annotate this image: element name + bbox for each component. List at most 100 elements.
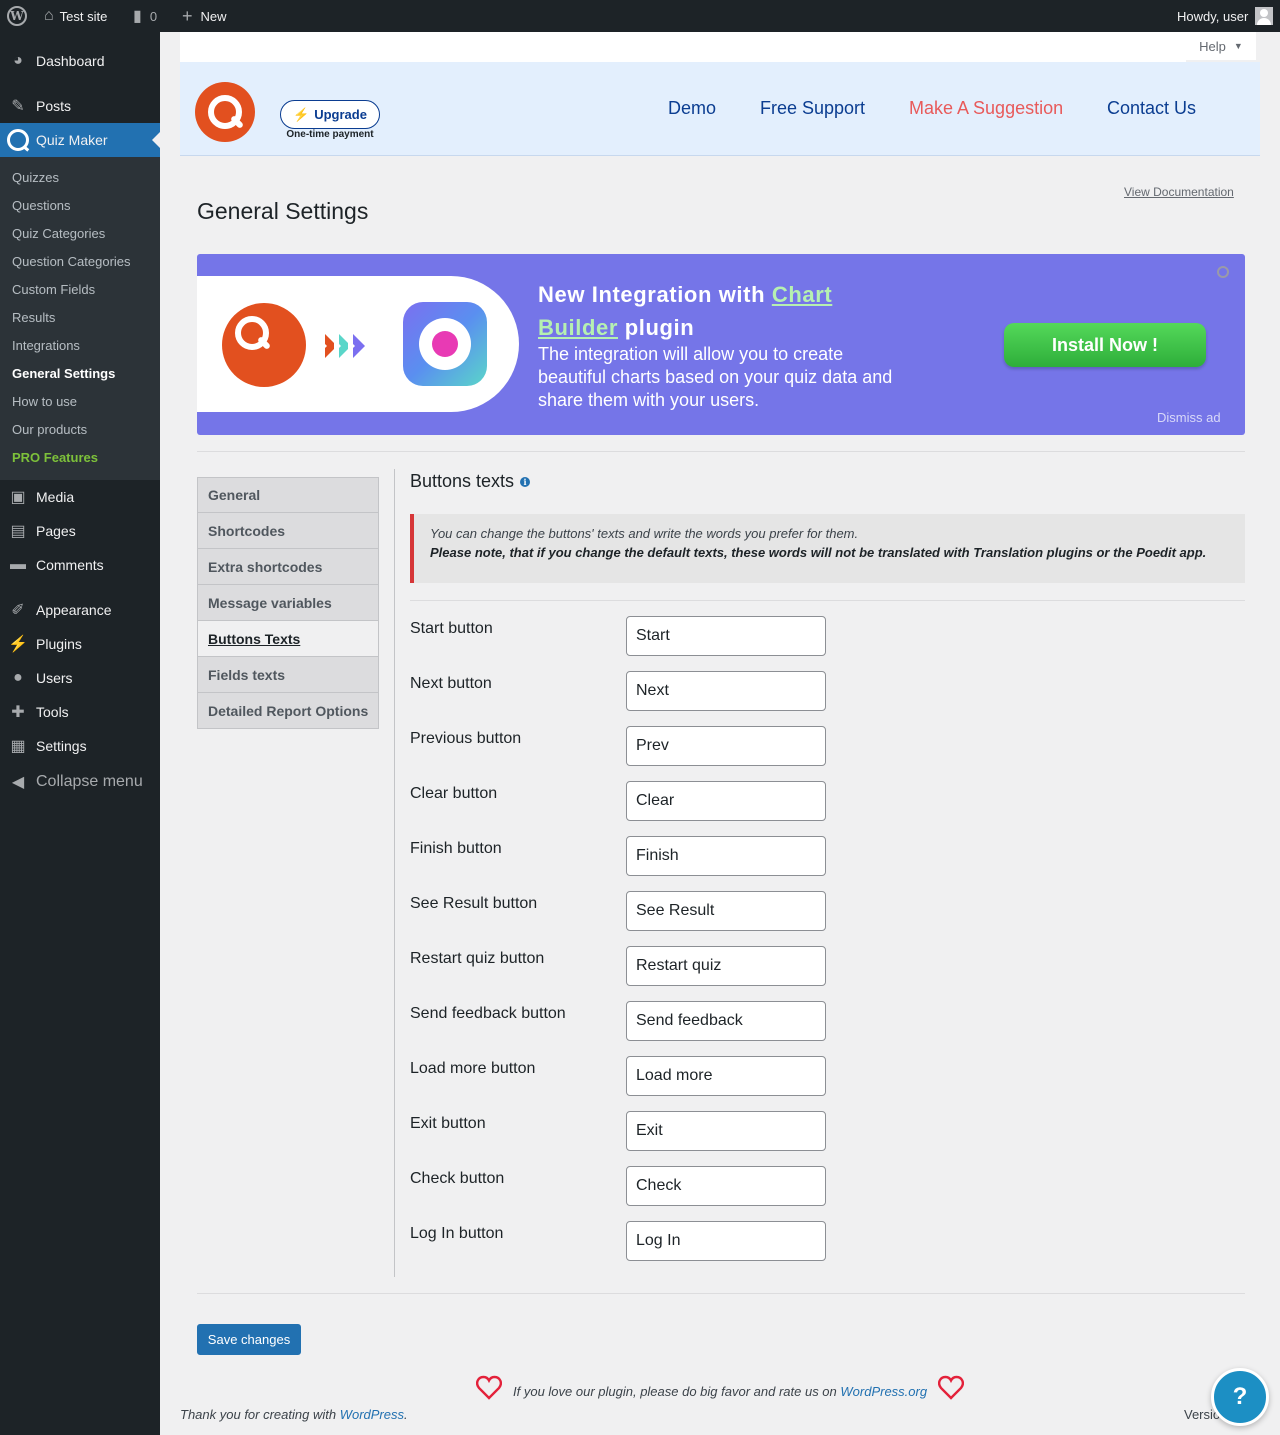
sidebar-item-posts[interactable]: ✎ Posts: [0, 89, 160, 123]
submenu-questions[interactable]: Questions: [12, 198, 71, 213]
check-button-input[interactable]: [626, 1166, 826, 1206]
see-result-button-input[interactable]: [626, 891, 826, 931]
media-icon: ▣: [10, 489, 26, 506]
comments-link[interactable]: ▮ 0: [133, 0, 157, 32]
exit-button-input[interactable]: [626, 1111, 826, 1151]
previous-button-input[interactable]: [626, 726, 826, 766]
load-more-button-input[interactable]: [626, 1056, 826, 1096]
start-button-input[interactable]: [626, 616, 826, 656]
tab-general[interactable]: General: [197, 477, 379, 513]
banner-description: The integration will allow you to create…: [538, 344, 893, 410]
install-now-button[interactable]: Install Now !: [1004, 323, 1206, 367]
help-tab-label: Help: [1199, 38, 1226, 54]
header-link-demo[interactable]: Demo: [668, 98, 716, 119]
sidebar-item-users[interactable]: ● Users: [0, 661, 160, 695]
sidebar-item-label: Dashboard: [36, 53, 105, 69]
chevron-right-icon: [348, 334, 365, 358]
sidebar-item-comments[interactable]: ▬ Comments: [0, 548, 160, 582]
log-in-button-input[interactable]: [626, 1221, 826, 1261]
submenu-integrations[interactable]: Integrations: [12, 338, 80, 353]
banner-logos-panel: [197, 276, 519, 412]
new-content-link[interactable]: + New: [182, 0, 227, 32]
finish-button-input[interactable]: [626, 836, 826, 876]
screen-meta-band: [180, 32, 1186, 62]
quiz-maker-logo: [222, 303, 306, 387]
send-feedback-button-input[interactable]: [626, 1001, 826, 1041]
clear-button-input[interactable]: [626, 781, 826, 821]
submenu-how-to-use[interactable]: How to use: [12, 394, 77, 409]
chart-builder-logo: [403, 302, 487, 386]
heart-icon: [938, 1375, 964, 1400]
section-title-text: Buttons texts: [410, 471, 515, 491]
notice-line: You can change the buttons' texts and wr…: [430, 526, 859, 541]
collapse-icon: ◀: [11, 774, 25, 791]
user-icon: ●: [13, 669, 23, 686]
sidebar-item-media[interactable]: ▣ Media: [0, 480, 160, 514]
submenu-results[interactable]: Results: [12, 310, 55, 325]
submenu-general-settings[interactable]: General Settings: [12, 366, 115, 381]
sidebar-item-tools[interactable]: ✚ Tools: [0, 695, 160, 729]
save-changes-button[interactable]: Save changes: [197, 1324, 301, 1355]
tab-fields-texts[interactable]: Fields texts: [197, 657, 379, 693]
header-link-make-suggestion[interactable]: Make A Suggestion: [909, 98, 1063, 119]
next-button-label: Next button: [410, 675, 492, 692]
submenu-custom-fields[interactable]: Custom Fields: [12, 282, 95, 297]
header-link-free-support[interactable]: Free Support: [760, 98, 865, 119]
sidebar-item-label: Tools: [36, 704, 69, 720]
submenu-our-products[interactable]: Our products: [12, 422, 87, 437]
view-documentation-link[interactable]: View Documentation: [1124, 185, 1234, 199]
log-in-button-label: Log In button: [410, 1225, 504, 1242]
restart-quiz-button-label: Restart quiz button: [410, 950, 545, 967]
restart-quiz-button-input[interactable]: [626, 946, 826, 986]
tab-extra-shortcodes[interactable]: Extra shortcodes: [197, 549, 379, 585]
help-tab[interactable]: Help ▼: [1186, 32, 1256, 60]
wrench-icon: ✚: [11, 704, 25, 721]
account-menu[interactable]: Howdy, user: [1177, 0, 1274, 32]
wordpress-link[interactable]: WordPress: [340, 1407, 404, 1422]
dismiss-ad-link[interactable]: Dismiss ad: [1157, 410, 1221, 425]
quiz-maker-icon: [0, 129, 36, 151]
sidebar-item-appearance[interactable]: ✐ Appearance: [0, 593, 160, 627]
submenu-pro-features[interactable]: PRO Features: [12, 450, 98, 465]
sidebar-item-plugins[interactable]: ⚡ Plugins: [0, 627, 160, 661]
collapse-menu-button[interactable]: ◀ Collapse menu: [0, 765, 160, 799]
tab-detailed-report-options[interactable]: Detailed Report Options: [197, 693, 379, 729]
tab-shortcodes[interactable]: Shortcodes: [197, 513, 379, 549]
sidebar-item-label: Pages: [36, 523, 76, 539]
wordpress-logo-icon[interactable]: W: [7, 0, 27, 32]
quiz-maker-logo[interactable]: [195, 82, 255, 142]
notice-warning: Please note, that if you change the defa…: [430, 545, 1207, 560]
page-title: General Settings: [197, 198, 369, 224]
notice-box: You can change the buttons' texts and wr…: [410, 514, 1245, 583]
sidebar-item-settings[interactable]: ▦ Settings: [0, 729, 160, 763]
pages-icon: ▤: [10, 523, 26, 540]
sidebar-item-quiz-maker[interactable]: Quiz Maker: [0, 123, 160, 157]
submenu-question-categories[interactable]: Question Categories: [12, 254, 131, 269]
start-button-label: Start button: [410, 620, 493, 637]
comments-count: 0: [149, 8, 158, 24]
site-name-link[interactable]: ⌂ Test site: [44, 0, 107, 32]
close-icon[interactable]: [1217, 266, 1229, 278]
sidebar-item-pages[interactable]: ▤ Pages: [0, 514, 160, 548]
submenu-quizzes[interactable]: Quizzes: [12, 170, 59, 185]
header-link-contact-us[interactable]: Contact Us: [1107, 98, 1196, 119]
site-name: Test site: [59, 8, 108, 24]
previous-button-label: Previous button: [410, 730, 522, 747]
howdy-text: Howdy, user: [1177, 8, 1249, 24]
submenu-quiz-categories[interactable]: Quiz Categories: [12, 226, 105, 241]
sidebar-item-label: Appearance: [36, 602, 112, 618]
banner-title-prefix: New Integration with: [538, 282, 772, 307]
tab-message-variables[interactable]: Message variables: [197, 585, 379, 621]
upgrade-button[interactable]: ⚡ Upgrade: [280, 100, 380, 129]
help-chat-button[interactable]: ?: [1211, 1368, 1269, 1426]
brush-icon: ✐: [11, 602, 25, 619]
clear-button-label: Clear button: [410, 785, 498, 802]
sidebar-item-dashboard[interactable]: ◕ Dashboard: [0, 44, 160, 78]
wordpress-org-link[interactable]: WordPress.org: [840, 1384, 927, 1399]
caret-down-icon: ▼: [1233, 41, 1243, 51]
lightning-icon: ⚡: [293, 106, 310, 122]
info-icon[interactable]: i: [520, 476, 531, 487]
next-button-input[interactable]: [626, 671, 826, 711]
tab-buttons-texts[interactable]: Buttons Texts: [197, 621, 379, 657]
upgrade-label: Upgrade: [314, 107, 367, 122]
